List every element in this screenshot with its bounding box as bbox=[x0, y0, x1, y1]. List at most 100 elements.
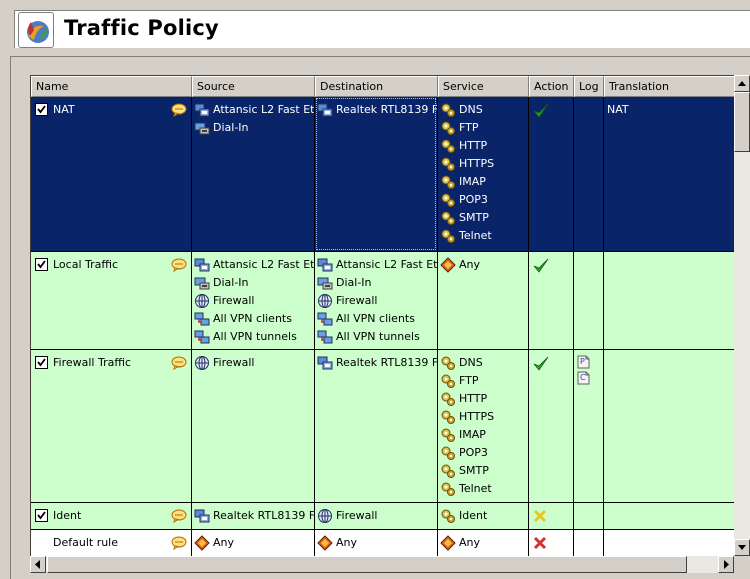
cell-name[interactable]: NAT bbox=[31, 97, 192, 251]
cell-service[interactable]: DNS FTP HTTP HTTPS IMAP POP3 SMTP Telnet bbox=[438, 350, 529, 502]
cell-translation[interactable] bbox=[604, 503, 734, 529]
service-item: FTP bbox=[440, 373, 479, 389]
column-header-name[interactable]: Name bbox=[31, 76, 192, 97]
comment-icon[interactable] bbox=[171, 509, 187, 524]
vertical-scrollbar[interactable] bbox=[734, 75, 750, 556]
scroll-left-button[interactable] bbox=[30, 556, 46, 573]
firewall-icon bbox=[194, 355, 210, 371]
rule-enabled-checkbox[interactable] bbox=[35, 509, 48, 522]
deny-action-icon[interactable] bbox=[532, 535, 548, 551]
cell-name[interactable]: Default rule bbox=[31, 530, 192, 556]
cell-action[interactable] bbox=[529, 350, 574, 502]
cell-destination[interactable]: Realtek RTL8139 Fas bbox=[315, 350, 438, 502]
cell-service[interactable]: Ident bbox=[438, 503, 529, 529]
source-label: All VPN clients bbox=[213, 312, 292, 325]
app-logo-icon bbox=[18, 12, 54, 48]
rule-enabled-checkbox[interactable] bbox=[35, 356, 48, 369]
cell-log[interactable] bbox=[574, 503, 604, 529]
service-icon bbox=[440, 210, 456, 226]
log-p-icon[interactable]: P bbox=[577, 355, 590, 371]
scroll-up-button[interactable] bbox=[734, 75, 750, 92]
cell-source[interactable]: Any bbox=[192, 530, 315, 556]
scroll-right-button[interactable] bbox=[718, 556, 734, 573]
cell-translation[interactable]: NAT bbox=[604, 97, 734, 251]
service-icon bbox=[440, 138, 456, 154]
log-c-icon[interactable]: C bbox=[577, 371, 590, 387]
cell-source[interactable]: Attansic L2 Fast Ethe Dial-In bbox=[192, 97, 315, 251]
cell-log[interactable] bbox=[574, 252, 604, 349]
reject-action-icon[interactable] bbox=[532, 508, 548, 524]
cell-action[interactable] bbox=[529, 97, 574, 251]
column-header-destination[interactable]: Destination bbox=[315, 76, 438, 97]
rule-name: NAT bbox=[53, 103, 75, 116]
rule-name: Firewall Traffic bbox=[53, 356, 132, 369]
network-adapter-icon bbox=[317, 257, 333, 273]
column-header-service[interactable]: Service bbox=[438, 76, 529, 97]
cell-log[interactable] bbox=[574, 97, 604, 251]
comment-icon[interactable] bbox=[171, 103, 187, 118]
source-label: Any bbox=[213, 536, 235, 549]
cell-action[interactable] bbox=[529, 503, 574, 529]
rule-row[interactable]: Local Traffic Attansic L2 Fast Ethe Dial-I… bbox=[31, 252, 734, 350]
destination-label: Realtek RTL8139 Fas bbox=[336, 356, 438, 369]
any-icon bbox=[440, 257, 456, 273]
column-header-translation[interactable]: Translation bbox=[604, 76, 734, 97]
rule-row[interactable]: Default rule Any Any Any bbox=[31, 530, 734, 556]
cell-name[interactable]: Firewall Traffic bbox=[31, 350, 192, 502]
cell-translation[interactable] bbox=[604, 350, 734, 502]
cell-translation[interactable] bbox=[604, 252, 734, 349]
service-icon bbox=[440, 373, 456, 389]
cell-name[interactable]: Local Traffic bbox=[31, 252, 192, 349]
service-label: DNS bbox=[459, 356, 483, 369]
service-item: HTTPS bbox=[440, 409, 494, 425]
cell-action[interactable] bbox=[529, 530, 574, 556]
rule-row[interactable]: Firewall Traffic Firewall Realtek RTL8139 … bbox=[31, 350, 734, 503]
cell-source[interactable]: Firewall bbox=[192, 350, 315, 502]
rule-enabled-checkbox[interactable] bbox=[35, 258, 48, 271]
cell-service[interactable]: Any bbox=[438, 530, 529, 556]
cell-service[interactable]: DNS FTP HTTP HTTPS IMAP POP3 SMTP Telnet bbox=[438, 97, 529, 251]
cell-action[interactable] bbox=[529, 252, 574, 349]
horizontal-scroll-thumb[interactable] bbox=[47, 556, 687, 573]
cell-name[interactable]: Ident bbox=[31, 503, 192, 529]
allow-action-icon[interactable] bbox=[532, 355, 550, 371]
policy-list[interactable]: Name Source Destination Service Action L… bbox=[30, 75, 734, 556]
comment-icon[interactable] bbox=[171, 258, 187, 273]
allow-action-icon[interactable] bbox=[532, 102, 550, 118]
column-header-source[interactable]: Source bbox=[192, 76, 315, 97]
service-label: POP3 bbox=[459, 446, 488, 459]
cell-destination[interactable]: Realtek RTL8139 Fas bbox=[315, 97, 438, 251]
rule-enabled-checkbox[interactable] bbox=[35, 103, 48, 116]
rule-row[interactable]: Ident Realtek RTL8139 Fas Firewall Ident bbox=[31, 503, 734, 530]
any-icon bbox=[440, 535, 456, 551]
cell-log[interactable]: PC bbox=[574, 350, 604, 502]
cell-destination[interactable]: Any bbox=[315, 530, 438, 556]
cell-service[interactable]: Any bbox=[438, 252, 529, 349]
destination-item: Any bbox=[317, 535, 357, 551]
cell-log[interactable] bbox=[574, 530, 604, 556]
service-label: IMAP bbox=[459, 175, 486, 188]
service-label: FTP bbox=[459, 374, 479, 387]
cell-source[interactable]: Realtek RTL8139 Fas bbox=[192, 503, 315, 529]
service-icon bbox=[440, 156, 456, 172]
log-letter: P bbox=[580, 357, 585, 366]
cell-destination[interactable]: Attansic L2 Fast Ethe Dial-In Firewall All … bbox=[315, 252, 438, 349]
destination-label: Firewall bbox=[336, 294, 378, 307]
any-icon bbox=[194, 535, 210, 551]
column-header-log[interactable]: Log bbox=[574, 76, 604, 97]
service-icon bbox=[440, 391, 456, 407]
rule-row[interactable]: NAT Attansic L2 Fast Ethe Dial-In Realtek R… bbox=[31, 97, 734, 252]
horizontal-scrollbar[interactable] bbox=[30, 556, 734, 573]
allow-action-icon[interactable] bbox=[532, 257, 550, 273]
cell-translation[interactable] bbox=[604, 530, 734, 556]
column-header-action[interactable]: Action bbox=[529, 76, 574, 97]
cell-destination[interactable]: Firewall bbox=[315, 503, 438, 529]
comment-icon[interactable] bbox=[171, 536, 187, 551]
comment-icon[interactable] bbox=[171, 356, 187, 371]
vertical-scroll-thumb[interactable] bbox=[734, 92, 750, 152]
cell-source[interactable]: Attansic L2 Fast Ethe Dial-In Firewall All … bbox=[192, 252, 315, 349]
service-item: POP3 bbox=[440, 445, 488, 461]
dial-in-icon bbox=[317, 275, 333, 291]
service-icon bbox=[440, 102, 456, 118]
scroll-down-button[interactable] bbox=[734, 539, 750, 556]
